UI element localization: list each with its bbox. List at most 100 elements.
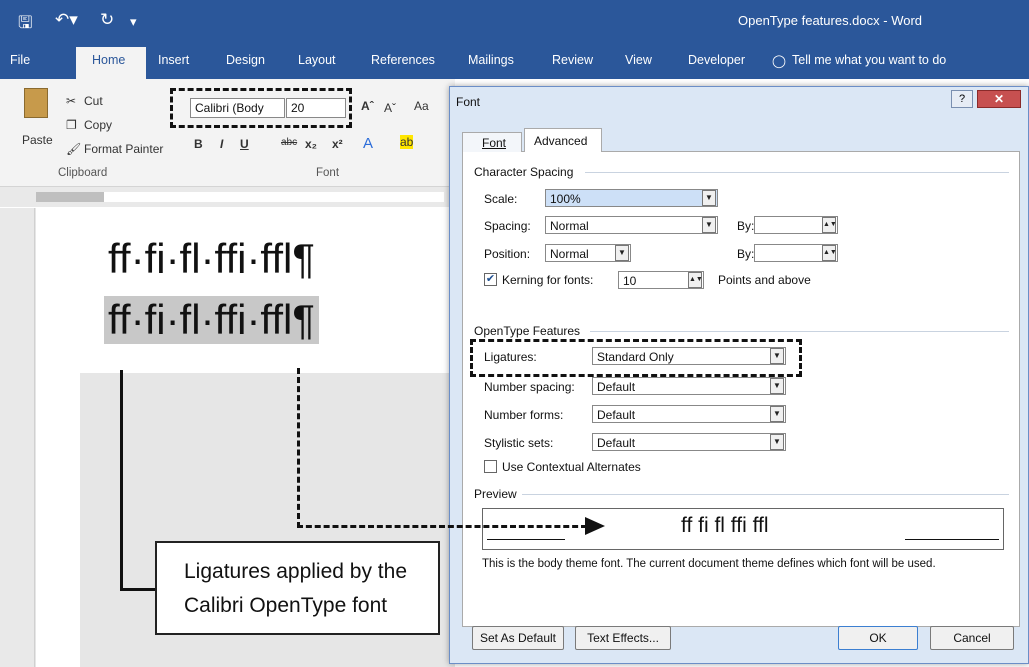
- change-case-button[interactable]: Aa: [414, 99, 429, 113]
- character-spacing-header: Character Spacing: [474, 165, 574, 179]
- by-label: By:: [737, 247, 755, 261]
- tab-developer[interactable]: Developer: [688, 53, 745, 67]
- tab-font-label: Font: [482, 136, 507, 150]
- font-group-label: Font: [316, 167, 340, 179]
- preview-baseline-left: [487, 539, 565, 540]
- separator: [522, 494, 1009, 495]
- spacing-label: Spacing:: [484, 219, 531, 233]
- vertical-ruler[interactable]: [0, 208, 35, 667]
- strikethrough-icon[interactable]: abc: [281, 137, 297, 148]
- copy-icon[interactable]: ❐: [66, 118, 77, 132]
- save-icon[interactable]: 🖫: [18, 10, 32, 39]
- tab-insert[interactable]: Insert: [158, 53, 189, 67]
- paste-icon[interactable]: [24, 88, 48, 118]
- chevron-down-icon[interactable]: ▼: [615, 245, 629, 261]
- subscript-icon[interactable]: x₂: [305, 137, 317, 151]
- close-icon[interactable]: ✕: [977, 90, 1021, 108]
- stylistic-sets-label: Stylistic sets:: [484, 436, 554, 450]
- callout-line-1: Ligatures applied by the: [184, 560, 407, 583]
- tab-layout[interactable]: Layout: [298, 53, 336, 67]
- opentype-header: OpenType Features: [474, 324, 581, 338]
- title-bar: 🖫 ↶▾ ↻ ▾ OpenType features.docx - Word: [0, 0, 1029, 44]
- spinner-icon[interactable]: ▲▼: [822, 217, 837, 233]
- ligature-line-plain[interactable]: ff·fi·fl·ffi·ffl¶: [108, 235, 315, 283]
- redo-icon[interactable]: ↻: [100, 10, 114, 30]
- separator: [590, 331, 1009, 332]
- ok-button[interactable]: OK: [838, 626, 918, 650]
- ruler-text-area: [104, 192, 444, 202]
- grow-font-icon[interactable]: Aˆ: [361, 99, 374, 113]
- chevron-down-icon[interactable]: ▼: [702, 217, 716, 233]
- dashed-connector-vertical: [297, 368, 300, 528]
- scale-label: Scale:: [484, 192, 518, 206]
- tab-view[interactable]: View: [625, 53, 652, 67]
- set-as-default-button[interactable]: Set As Default: [472, 626, 564, 650]
- undo-icon[interactable]: ↶▾: [55, 10, 78, 30]
- points-label: Points and above: [718, 273, 811, 287]
- chevron-down-icon[interactable]: ▼: [702, 190, 716, 206]
- number-forms-select[interactable]: Default: [592, 405, 786, 423]
- chevron-down-icon[interactable]: ▼: [770, 434, 784, 450]
- callout-line-2: Calibri OpenType font: [184, 594, 388, 617]
- separator: [585, 172, 1009, 173]
- chevron-down-icon[interactable]: ▼: [770, 378, 784, 394]
- stylistic-sets-select[interactable]: Default: [592, 433, 786, 451]
- preview-baseline-right: [905, 539, 999, 540]
- scale-select[interactable]: 100%: [545, 189, 718, 207]
- contextual-alternates-label: Use Contextual Alternates: [502, 460, 641, 474]
- underline-icon[interactable]: U: [240, 137, 249, 151]
- tell-me-box[interactable]: Tell me what you want to do: [792, 53, 946, 67]
- format-painter-icon[interactable]: 🖌: [66, 142, 81, 156]
- chevron-down-icon[interactable]: ▼: [770, 406, 784, 422]
- ligatures-highlight: [470, 339, 802, 377]
- help-button[interactable]: ?: [951, 90, 973, 108]
- preview-note: This is the body theme font. The current…: [482, 558, 936, 570]
- clipboard-group-label: Clipboard: [58, 167, 108, 179]
- ligature-line-selected[interactable]: ff·fi·fl·ffi·ffl¶: [104, 296, 319, 344]
- dialog-title: Font: [456, 95, 481, 109]
- tab-references[interactable]: References: [371, 53, 435, 67]
- spinner-icon[interactable]: ▲▼: [822, 245, 837, 261]
- position-label: Position:: [484, 247, 531, 261]
- tab-file[interactable]: File: [10, 53, 30, 67]
- ruler-margin: [36, 192, 104, 202]
- format-painter-button[interactable]: Format Painter: [84, 142, 163, 156]
- italic-icon[interactable]: I: [220, 137, 223, 151]
- number-spacing-select[interactable]: Default: [592, 377, 786, 395]
- cut-button[interactable]: Cut: [84, 94, 103, 108]
- preview-sample: ff fi fl ffi ffl: [681, 514, 769, 537]
- tab-advanced-label: Advanced: [534, 134, 588, 148]
- solid-connector-horizontal: [120, 588, 156, 591]
- dashed-connector-horizontal: [297, 525, 587, 528]
- copy-button[interactable]: Copy: [84, 118, 112, 132]
- number-spacing-label: Number spacing:: [484, 380, 575, 394]
- window-title: OpenType features.docx - Word: [738, 13, 923, 28]
- annotation-callout: [155, 541, 440, 635]
- kerning-checkbox[interactable]: ✔: [484, 273, 497, 286]
- cancel-button[interactable]: Cancel: [930, 626, 1014, 650]
- tab-mailings[interactable]: Mailings: [468, 53, 514, 67]
- shrink-font-icon[interactable]: Aˇ: [384, 101, 396, 115]
- superscript-icon[interactable]: x²: [332, 137, 343, 151]
- cut-icon[interactable]: ✂: [66, 94, 76, 108]
- number-forms-label: Number forms:: [484, 408, 564, 422]
- bold-icon[interactable]: B: [194, 137, 203, 151]
- by-label: By:: [737, 219, 755, 233]
- highlight-icon[interactable]: ab: [400, 135, 414, 149]
- kerning-label: Kerning for fonts:: [502, 273, 594, 287]
- tab-review[interactable]: Review: [552, 53, 593, 67]
- document-page[interactable]: [36, 208, 476, 373]
- text-effects-button[interactable]: Text Effects...: [575, 626, 671, 650]
- font-box-highlight: [170, 88, 352, 128]
- lightbulb-icon: ◯: [772, 54, 786, 68]
- tab-design[interactable]: Design: [226, 53, 265, 67]
- tab-home[interactable]: Home: [92, 53, 125, 67]
- document-page-margin: [36, 373, 80, 667]
- customize-qat-icon[interactable]: ▾: [130, 14, 137, 30]
- preview-header: Preview: [474, 487, 517, 501]
- contextual-alternates-checkbox[interactable]: [484, 460, 497, 473]
- paste-button[interactable]: Paste: [22, 133, 53, 147]
- spinner-icon[interactable]: ▲▼: [688, 272, 703, 288]
- text-effects-icon[interactable]: A: [363, 135, 373, 152]
- spacing-select[interactable]: Normal: [545, 216, 718, 234]
